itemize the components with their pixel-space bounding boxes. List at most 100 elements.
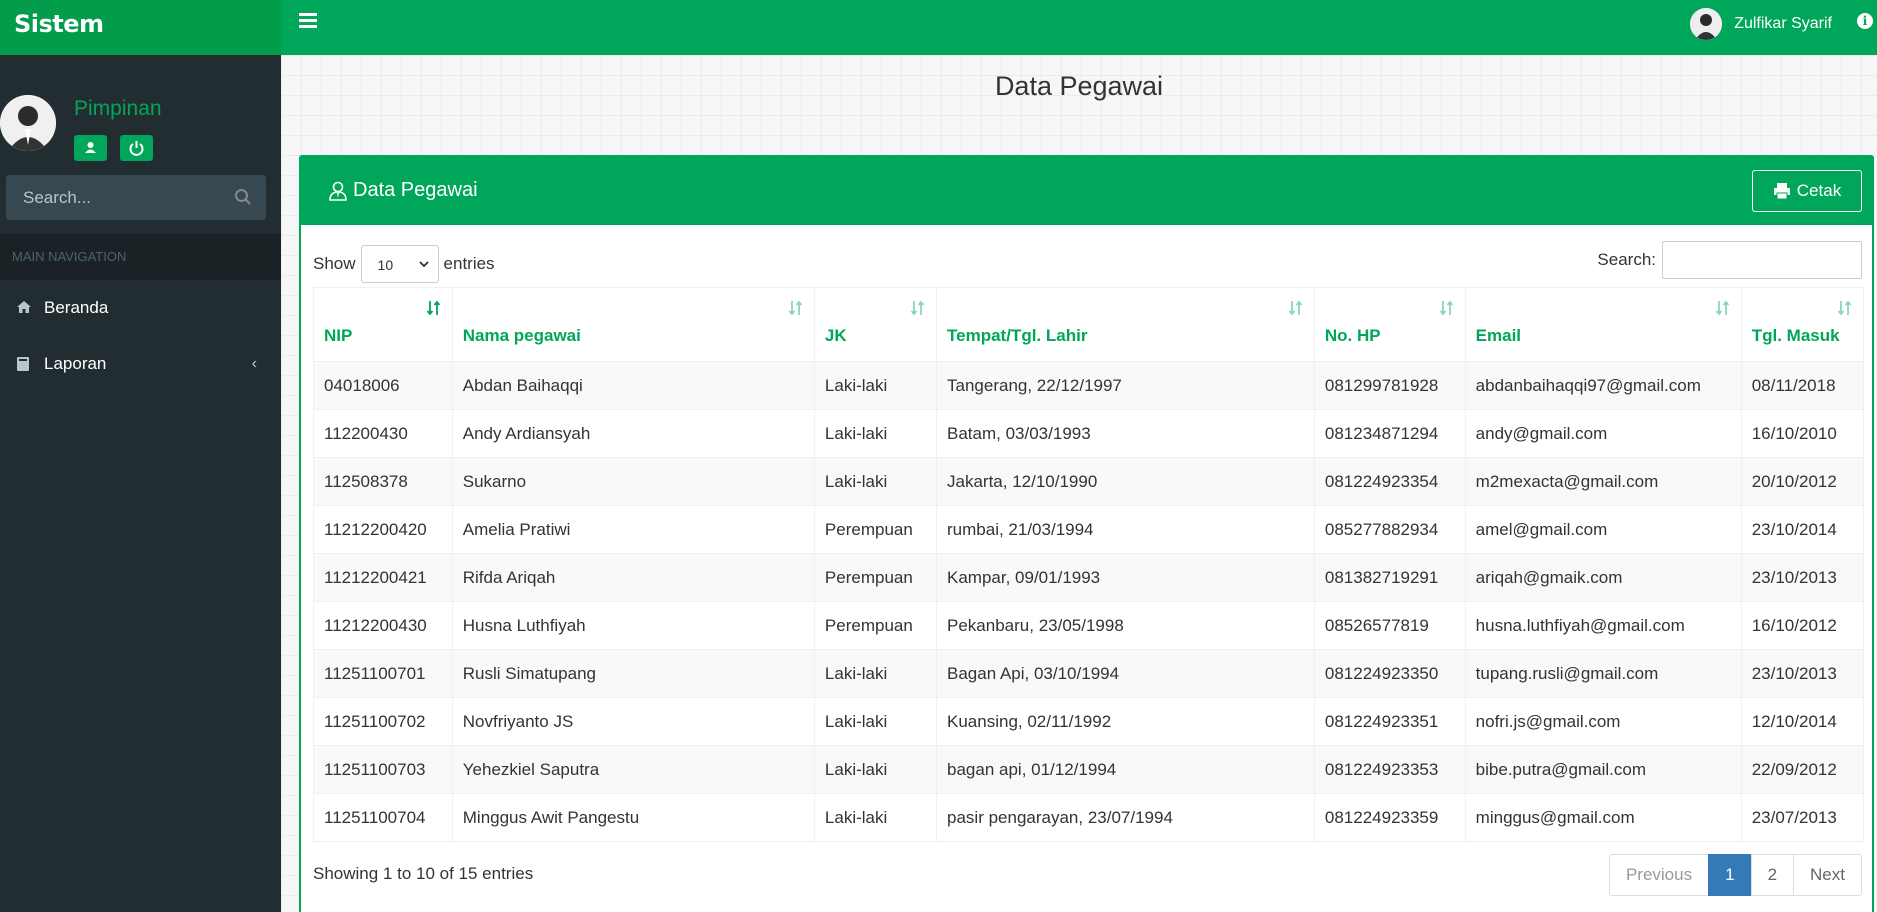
sort-icon xyxy=(788,300,803,316)
app-logo[interactable]: Sistem Kepegawaian xyxy=(0,0,281,86)
table-cell: 16/10/2012 xyxy=(1740,601,1865,650)
sidebar-avatar xyxy=(0,95,56,151)
table-cell: 23/10/2014 xyxy=(1740,505,1865,554)
entries-length-select[interactable]: 10 xyxy=(360,245,439,283)
table-cell: Laki-laki xyxy=(813,361,938,410)
table-cell: Kampar, 09/01/1993 xyxy=(936,553,1315,602)
pagination-page-2[interactable]: 2 xyxy=(1750,854,1795,896)
table-cell: bagan api, 01/12/1994 xyxy=(936,745,1315,794)
column-header[interactable]: No. HP xyxy=(1313,287,1466,362)
table-search: Search: xyxy=(1597,241,1862,279)
box-title: Data Pegawai xyxy=(329,179,478,202)
content-area: Data Pegawai Data Pegawai Cetak Show 10 … xyxy=(281,55,1877,912)
table-cell: Rusli Simatupang xyxy=(451,649,815,698)
pagination-next[interactable]: Next xyxy=(1793,854,1862,896)
table-row: 11251100703 Yehezkiel Saputra Laki-laki bag… xyxy=(313,745,1865,794)
user-menu[interactable]: Zulfikar Syarif xyxy=(1690,8,1832,40)
sidebar-item-laporan[interactable]: Laporan ‹ xyxy=(0,338,281,390)
pagination: Previous 1 2 Next xyxy=(1608,854,1862,896)
table-cell: nofri.js@gmail.com xyxy=(1464,697,1742,746)
table-cell: Sukarno xyxy=(451,457,815,506)
sort-icon xyxy=(1288,300,1303,316)
column-header-label: Nama pegawai xyxy=(462,326,581,345)
table-cell: 16/10/2010 xyxy=(1740,409,1865,458)
table-row: 11212200430 Husna Luthfiyah Perempuan Pekan… xyxy=(313,601,1865,650)
chevron-left-icon: ‹ xyxy=(251,355,257,372)
table-cell: Husna Luthfiyah xyxy=(451,601,815,650)
table-cell: Andy Ardiansyah xyxy=(451,409,815,458)
top-navbar: Zulfikar Syarif i xyxy=(281,0,1877,55)
sidebar-toggle-icon[interactable] xyxy=(299,13,317,29)
logout-button[interactable] xyxy=(120,135,153,161)
pagination-previous[interactable]: Previous xyxy=(1608,854,1710,896)
table-row: 11212200421 Rifda Ariqah Perempuan Kampar, … xyxy=(313,553,1865,602)
table-cell: Pekanbaru, 23/05/1998 xyxy=(936,601,1315,650)
table-cell: 04018006 xyxy=(313,361,453,410)
info-icon[interactable]: i xyxy=(1857,13,1873,29)
column-header[interactable]: Nama pegawai xyxy=(451,287,815,362)
table-cell: 112508378 xyxy=(313,457,453,506)
table-cell: Perempuan xyxy=(813,505,938,554)
sidebar-search-input[interactable] xyxy=(6,175,216,220)
table-cell: 08/11/2018 xyxy=(1740,361,1865,410)
table-cell: 23/10/2013 xyxy=(1740,649,1865,698)
chevron-down-icon xyxy=(418,261,429,268)
user-avatar xyxy=(1690,8,1723,40)
table-cell: 081224923353 xyxy=(1313,745,1466,794)
search-icon[interactable] xyxy=(234,188,252,206)
sidebar-search xyxy=(6,175,266,220)
table-cell: Yehezkiel Saputra xyxy=(451,745,815,794)
table-cell: Perempuan xyxy=(813,601,938,650)
table-row: 112200430 Andy Ardiansyah Laki-laki Batam, … xyxy=(313,409,1865,458)
sort-icon xyxy=(1439,300,1453,316)
table-cell: 11251100702 xyxy=(313,697,453,746)
column-header[interactable]: Email xyxy=(1464,287,1742,362)
column-header[interactable]: Tgl. Masuk xyxy=(1740,287,1865,362)
table-cell: 11212200421 xyxy=(313,553,453,602)
table-row: 11251100701 Rusli Simatupang Laki-laki Baga… xyxy=(313,649,1865,698)
profile-button[interactable] xyxy=(74,135,107,161)
table-cell: 085277882934 xyxy=(1313,505,1466,554)
page-title: Data Pegawai xyxy=(994,71,1164,101)
table-info: Showing 1 to 10 of 15 entries xyxy=(313,864,534,883)
table-cell: Tangerang, 22/12/1997 xyxy=(936,361,1315,410)
table-row: 11251100704 Minggus Awit Pangestu Laki-lak… xyxy=(313,793,1865,842)
sidebar: Pimpinan MAIN NAVIGATION Beranda Laporan… xyxy=(0,55,281,912)
table-cell: Amelia Pratiwi xyxy=(451,505,815,554)
pagination-page-1[interactable]: 1 xyxy=(1708,854,1752,896)
table-cell: 081224923354 xyxy=(1313,457,1466,506)
table-cell: 23/07/2013 xyxy=(1740,793,1865,842)
sidebar-item-beranda[interactable]: Beranda xyxy=(0,282,281,334)
column-header-label: JK xyxy=(824,326,847,345)
column-header[interactable]: JK xyxy=(813,287,938,362)
table-cell: Kuansing, 02/11/1992 xyxy=(936,697,1315,746)
table-cell: Batam, 03/03/1993 xyxy=(936,409,1315,458)
table-row: 11212200420 Amelia Pratiwi Perempuan rumbai… xyxy=(313,505,1865,554)
table-cell: m2mexacta@gmail.com xyxy=(1464,457,1742,506)
column-header-label: No. HP xyxy=(1324,326,1381,345)
column-header[interactable]: NIP xyxy=(313,287,453,362)
print-icon xyxy=(1773,183,1790,200)
print-button[interactable]: Cetak xyxy=(1752,170,1862,212)
column-header-label: Email xyxy=(1475,326,1522,345)
table-row: 04018006 Abdan Baihaqqi Laki-laki Tangerang… xyxy=(313,361,1865,410)
table-cell: bibe.putra@gmail.com xyxy=(1464,745,1742,794)
table-cell: husna.luthfiyah@gmail.com xyxy=(1464,601,1742,650)
nav-header: MAIN NAVIGATION xyxy=(0,234,281,280)
book-icon xyxy=(17,357,29,371)
table-cell: Laki-laki xyxy=(813,745,938,794)
table-cell: 12/10/2014 xyxy=(1740,697,1865,746)
table-cell: Laki-laki xyxy=(813,457,938,506)
table-cell: andy@gmail.com xyxy=(1464,409,1742,458)
table-cell: amel@gmail.com xyxy=(1464,505,1742,554)
table-cell: 11212200420 xyxy=(313,505,453,554)
table-cell: 112200430 xyxy=(313,409,453,458)
table-body: 04018006 Abdan Baihaqqi Laki-laki Tangerang… xyxy=(313,361,1865,842)
table-search-input[interactable] xyxy=(1662,241,1862,279)
table-cell: 081382719291 xyxy=(1313,553,1466,602)
table-cell: minggus@gmail.com xyxy=(1464,793,1742,842)
sidebar-item-label: Laporan xyxy=(44,354,107,373)
column-header[interactable]: Tempat/Tgl. Lahir xyxy=(936,287,1315,362)
user-role: Pimpinan xyxy=(74,97,162,120)
sort-icon xyxy=(910,300,925,316)
